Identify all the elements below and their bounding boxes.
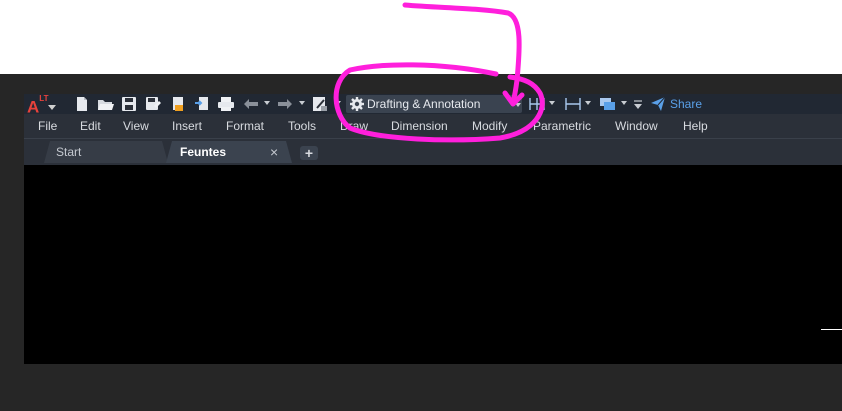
tab-start-label: Start <box>56 145 82 159</box>
menu-file[interactable]: File <box>38 114 57 139</box>
menu-draw[interactable]: Draw <box>340 114 368 139</box>
share-label: Share <box>670 97 703 111</box>
layer-dropdown-caret[interactable] <box>621 101 627 105</box>
save-as-icon[interactable] <box>145 96 161 112</box>
open-from-web-icon[interactable] <box>170 96 186 112</box>
undo-dropdown-caret[interactable] <box>264 101 270 105</box>
save-icon[interactable] <box>121 96 137 112</box>
workspace-switcher[interactable]: Drafting & Annotation <box>346 95 522 113</box>
tab-start[interactable]: Start <box>44 141 168 163</box>
undo-icon[interactable] <box>242 96 260 112</box>
quick-access-toolbar: ALT Drafting & Annotation Share <box>24 94 842 117</box>
tab-feuntes-label: Feuntes <box>180 145 227 159</box>
autocad-lt-window: ALT Drafting & Annotation Share File Edi… <box>24 94 842 364</box>
customize-toolbar-icon[interactable] <box>633 96 643 112</box>
properties-dropdown-caret[interactable] <box>335 101 341 105</box>
menu-tools[interactable]: Tools <box>288 114 316 139</box>
menu-modify[interactable]: Modify <box>472 114 507 139</box>
screenshot-margin-top <box>0 0 842 74</box>
menu-bar: File Edit View Insert Format Tools Draw … <box>24 114 842 139</box>
menu-edit[interactable]: Edit <box>80 114 101 139</box>
linear-dropdown-caret[interactable] <box>585 101 591 105</box>
app-logo-sup: LT <box>39 94 49 103</box>
chevron-down-icon <box>48 105 56 110</box>
file-tab-bar: Start Feuntes × + <box>24 139 842 164</box>
menu-dimension[interactable]: Dimension <box>391 114 448 139</box>
save-to-web-icon[interactable] <box>194 96 210 112</box>
chevron-down-icon <box>515 103 521 107</box>
redo-dropdown-caret[interactable] <box>299 101 305 105</box>
menu-parametric[interactable]: Parametric <box>533 114 591 139</box>
send-icon <box>651 96 666 111</box>
dimension-dropdown-caret[interactable] <box>549 101 555 105</box>
new-icon[interactable] <box>74 96 90 112</box>
app-menu-button[interactable]: ALT <box>27 94 57 117</box>
open-icon[interactable] <box>97 96 115 112</box>
menu-help[interactable]: Help <box>683 114 708 139</box>
workspace-name: Drafting & Annotation <box>367 97 481 111</box>
plot-icon[interactable] <box>217 96 235 112</box>
new-tab-button[interactable]: + <box>300 146 318 160</box>
share-button[interactable]: Share <box>650 94 702 114</box>
dimension-continue-icon[interactable] <box>528 96 546 112</box>
close-icon[interactable]: × <box>270 141 278 163</box>
linear-dimension-icon[interactable] <box>564 96 582 112</box>
menu-view[interactable]: View <box>123 114 149 139</box>
tab-feuntes[interactable]: Feuntes × <box>166 141 292 163</box>
drawing-canvas[interactable] <box>24 165 842 364</box>
crosshair-cursor <box>821 329 842 330</box>
menu-insert[interactable]: Insert <box>172 114 202 139</box>
menu-format[interactable]: Format <box>226 114 264 139</box>
layer-icon[interactable] <box>599 96 617 112</box>
match-properties-icon[interactable] <box>312 96 328 112</box>
gear-icon <box>350 97 364 111</box>
redo-icon[interactable] <box>276 96 294 112</box>
menu-window[interactable]: Window <box>615 114 658 139</box>
